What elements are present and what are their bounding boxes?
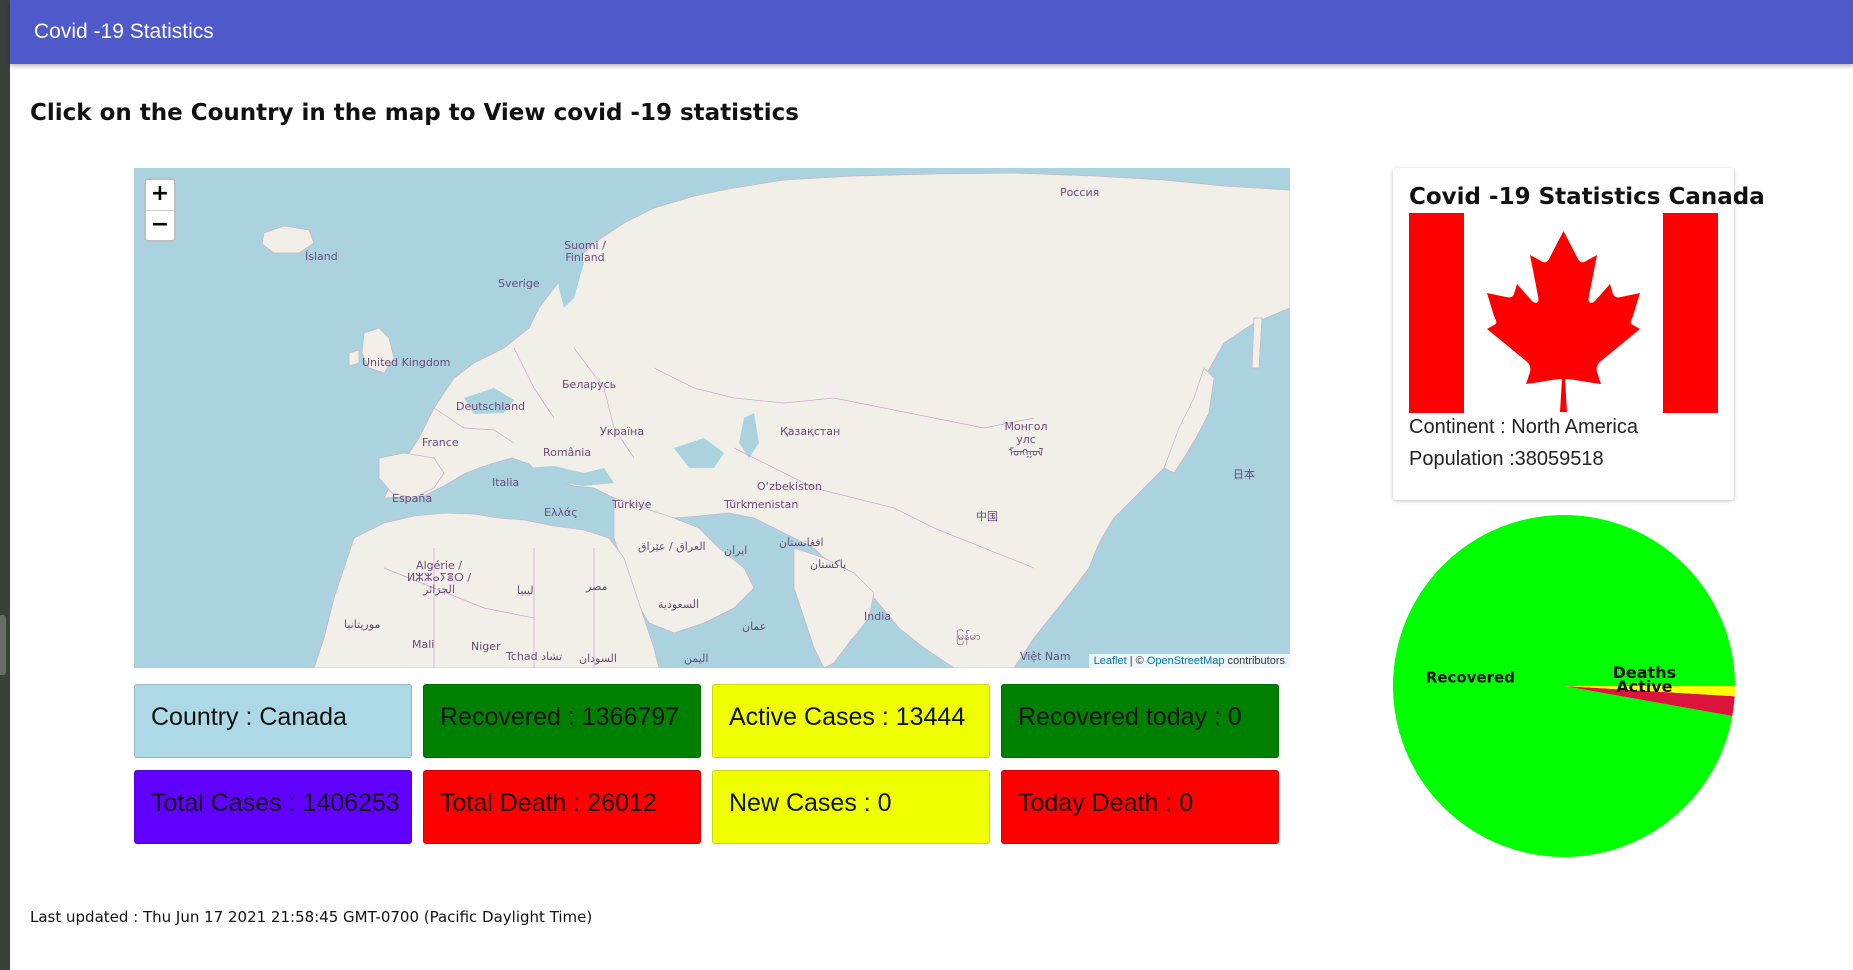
map-label-germany: Deutschland: [456, 400, 526, 413]
zoom-in-button[interactable]: +: [146, 180, 174, 211]
map-label-mongolia: Монгол улс ᠮᠤᠩᠭᠤᠯ: [1004, 420, 1048, 459]
pie-label-recovered: Recovered: [1426, 669, 1515, 687]
map-label-uzbekistan: O‘zbekiston: [757, 480, 822, 493]
map-label-ukraine: Україна: [600, 425, 645, 438]
window-edge-handle: [0, 615, 6, 675]
window-edge: [0, 0, 10, 970]
attribution-separator: | ©: [1126, 655, 1147, 667]
card-population: Population :38059518: [1409, 448, 1604, 470]
map-label-algeria: Algérie / ⵍⵣⵣⴰⵢⴻⵔ / الجزائر: [406, 559, 472, 596]
map-label-spain: España: [392, 492, 433, 505]
osm-link[interactable]: OpenStreetMap: [1147, 655, 1225, 667]
stat-total-death: Total Death : 26012: [423, 770, 701, 844]
pie-chart: Recovered DeathsActive: [1393, 515, 1735, 857]
map-label-india: India: [864, 610, 891, 623]
stat-recovered: Recovered : 1366797: [423, 684, 701, 758]
leaflet-link[interactable]: Leaflet: [1094, 655, 1127, 667]
app-bar: Covid -19 Statistics: [10, 0, 1853, 64]
card-title: Covid -19 Statistics Canada: [1409, 184, 1765, 210]
stat-recovered-today: Recovered today : 0: [1001, 684, 1279, 758]
map-label-sudan: السودان: [579, 652, 617, 665]
map-label-yemen: اليمن: [684, 652, 709, 665]
map-label-finland: Suomi / Finland: [564, 239, 606, 264]
map-label-uk: United Kingdom: [362, 356, 451, 369]
map-label-iraq: العراق / عێراق: [638, 540, 706, 553]
app-title: Covid -19 Statistics: [34, 20, 214, 43]
map-attribution: Leaflet | © OpenStreetMap contributors: [1088, 654, 1290, 668]
map-label-russia: Россия: [1060, 186, 1100, 199]
map-label-afghanistan: افغانستان: [779, 536, 824, 549]
map-label-greece: Ελλάς: [544, 506, 578, 519]
stat-active-cases: Active Cases : 13444: [712, 684, 990, 758]
instruction-heading: Click on the Country in the map to View …: [30, 100, 799, 126]
map-label-france: France: [422, 436, 459, 449]
map-label-turkey: Türkiye: [612, 498, 652, 511]
map-label-sweden: Sverige: [498, 277, 540, 290]
map-label-iceland: Ísland: [305, 250, 338, 263]
canada-flag-icon: [1409, 213, 1718, 413]
map-label-romania: România: [543, 446, 592, 459]
map-label-japan: 日本: [1233, 468, 1255, 481]
map-label-myanmar: မြန်မာ: [956, 630, 981, 643]
map-label-italy: Italia: [492, 476, 520, 489]
map-label-libya: ليبيا: [517, 584, 534, 597]
stat-total-cases: Total Cases : 1406253: [134, 770, 412, 844]
stat-today-death: Today Death : 0: [1001, 770, 1279, 844]
map-landmass: [261, 172, 1290, 668]
world-map[interactable]: Россия Ísland Suomi / Finland Sverige Un…: [134, 168, 1290, 668]
card-continent: Continent : North America: [1409, 416, 1638, 438]
map-label-mauritania: موريتانيا: [344, 618, 381, 631]
zoom-out-button[interactable]: −: [146, 211, 174, 241]
map-label-mali: Mali: [412, 638, 435, 651]
map-label-kazakhstan: Қазақстан: [780, 425, 841, 438]
map-label-egypt: مصر: [586, 580, 608, 593]
stat-country: Country : Canada: [134, 684, 412, 758]
map-label-vietnam: Việt Nam: [1020, 650, 1071, 663]
zoom-control: + −: [144, 178, 176, 242]
attribution-suffix: contributors: [1224, 655, 1285, 667]
map-label-turkmenistan: Türkmenistan: [724, 498, 799, 511]
map-label-oman: عمان: [742, 620, 767, 633]
country-card: Covid -19 Statistics Canada Continent : …: [1393, 168, 1765, 500]
last-updated: Last updated : Thu Jun 17 2021 21:58:45 …: [30, 908, 593, 926]
map-label-belarus: Беларусь: [562, 378, 617, 391]
stat-new-cases: New Cases : 0: [712, 770, 990, 844]
map-label-iran: ایران: [724, 544, 748, 557]
map-label-saudi: السعودية: [658, 598, 700, 611]
map-label-china: 中国: [976, 510, 998, 523]
map-label-chad: Tchad تشاد: [506, 650, 563, 663]
pie-label-active: Active: [1616, 677, 1672, 696]
map-label-niger: Niger: [471, 640, 501, 653]
map-label-pakistan: پاکستان: [810, 558, 847, 571]
